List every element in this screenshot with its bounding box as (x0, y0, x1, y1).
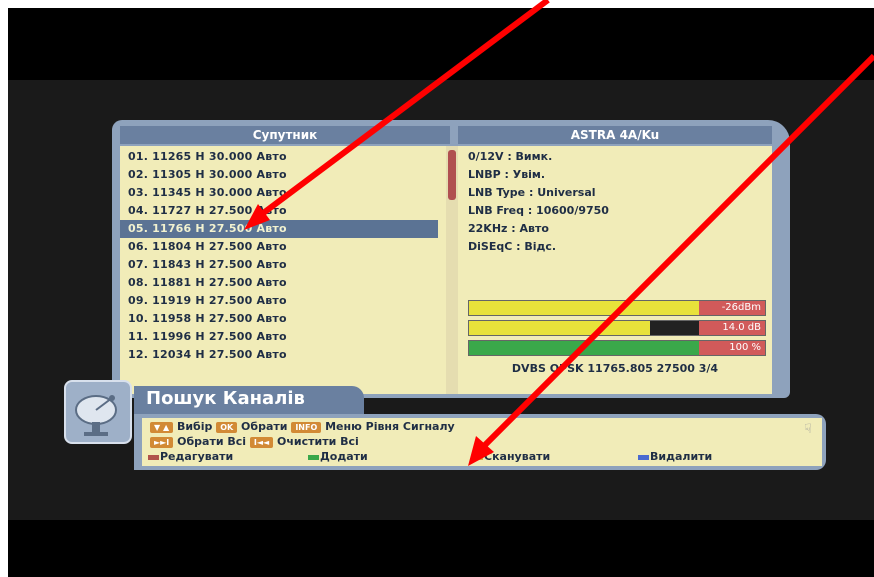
red-key-icon (148, 454, 159, 460)
blue-key-action[interactable]: Видалити (638, 450, 712, 463)
help-choose-all: Обрати Всі (177, 435, 247, 448)
updown-key-chip: ▼ ▲ (150, 421, 174, 433)
transponder-row-11[interactable]: 11. 11996 H 27.500 Авто (128, 328, 438, 346)
help-line-2: ►►I Обрати Всі I◄◄ Очистити Всі (150, 435, 359, 448)
transponder-list[interactable]: 01. 11265 H 30.000 Авто 02. 11305 H 30.0… (120, 146, 458, 394)
signal-level-fill (469, 301, 706, 315)
help-signal: Рівня Сигналу (365, 420, 455, 433)
help-menu: Меню (325, 420, 362, 433)
signal-level-value: -26dBm (699, 301, 765, 315)
help-choose: Обрати (241, 420, 288, 433)
blue-key-label: Видалити (650, 450, 713, 463)
green-key-action[interactable]: Додати (308, 450, 368, 463)
yellow-key-action[interactable]: Сканувати (472, 450, 550, 463)
yellow-key-icon (472, 454, 483, 460)
red-key-label: Редагувати (160, 450, 234, 463)
page-title: Пошук Каналів (146, 388, 305, 409)
transponder-row-05-selected[interactable]: 05. 11766 H 27.500 Авто (120, 220, 438, 238)
info-diseqc: DiSEqC : Відс. (468, 240, 557, 253)
info-lnbp: LNBP : Увім. (468, 168, 546, 181)
signal-level-bar: -26dBm (468, 300, 766, 316)
next-key-chip: ►►I (150, 436, 174, 448)
transponder-row-06[interactable]: 06. 11804 H 27.500 Авто (128, 238, 438, 256)
green-key-label: Додати (320, 450, 368, 463)
transponder-row-01[interactable]: 01. 11265 H 30.000 Авто (128, 148, 438, 166)
yellow-key-label: Сканувати (484, 450, 551, 463)
info-22khz: 22KHz : Авто (468, 222, 549, 235)
transponder-row-09[interactable]: 09. 11919 H 27.500 Авто (128, 292, 438, 310)
satellite-dish-icon (64, 380, 132, 444)
satellite-name-header: ASTRA 4A/Ku (458, 126, 772, 144)
red-key-action[interactable]: Редагувати (148, 450, 233, 463)
dvbs-status-line: DVBS QPSK 11765.805 27500 3/4 (511, 362, 719, 375)
signal-lock-value: 100 % (699, 341, 765, 355)
title-bar: Пошук Каналів (134, 386, 364, 416)
satellite-info-panel: 0/12V : Вимк. LNBP : Увім. LNB Type : Un… (458, 146, 772, 394)
ok-key-chip: OK (216, 421, 238, 433)
main-frame: Супутник ASTRA 4A/Ku 01. 11265 H 30.000 … (112, 120, 790, 398)
transponder-row-03[interactable]: 03. 11345 H 30.000 Авто (128, 184, 438, 202)
info-key-chip: INFO (291, 421, 322, 433)
bottom-panel: Пошук Каналів ▼ ▲ Вибір OK Обрати INFO М… (64, 380, 826, 470)
signal-quality-value: 14.0 dB (699, 321, 765, 335)
transponder-row-12[interactable]: 12. 12034 H 27.500 Авто (128, 346, 438, 364)
thumb-icon: ☟ (804, 422, 812, 437)
green-key-icon (308, 454, 319, 460)
info-lnb-freq: LNB Freq : 10600/9750 (468, 204, 609, 217)
signal-quality-bar: 14.0 dB (468, 320, 766, 336)
help-bar: ▼ ▲ Вибір OK Обрати INFO Меню Рівня Сигн… (134, 414, 826, 470)
list-scrollbar[interactable] (446, 146, 458, 394)
satellite-header: Супутник (120, 126, 450, 144)
signal-lock-bar: 100 % (468, 340, 766, 356)
transponder-row-10[interactable]: 10. 11958 H 27.500 Авто (128, 310, 438, 328)
help-clear-all: Очистити Всі (277, 435, 359, 448)
scrollbar-thumb[interactable] (448, 150, 456, 200)
prev-key-chip: I◄◄ (249, 436, 274, 448)
transponder-row-04[interactable]: 04. 11727 H 27.500 Авто (128, 202, 438, 220)
blue-key-icon (638, 454, 649, 460)
info-lnb-type: LNB Type : Universal (468, 186, 596, 199)
signal-quality-fill (469, 321, 650, 335)
help-bar-content: ▼ ▲ Вибір OK Обрати INFO Меню Рівня Сигн… (142, 418, 822, 466)
transponder-row-08[interactable]: 08. 11881 H 27.500 Авто (128, 274, 438, 292)
transponder-row-02[interactable]: 02. 11305 H 30.000 Авто (128, 166, 438, 184)
tv-screen: Супутник ASTRA 4A/Ku 01. 11265 H 30.000 … (8, 8, 874, 577)
channel-search-ui: Супутник ASTRA 4A/Ku 01. 11265 H 30.000 … (8, 80, 874, 520)
help-select: Вибір (176, 420, 213, 433)
help-line-1: ▼ ▲ Вибір OK Обрати INFO Меню Рівня Сигн… (150, 420, 455, 433)
transponder-row-07[interactable]: 07. 11843 H 27.500 Авто (128, 256, 438, 274)
info-012v: 0/12V : Вимк. (468, 150, 553, 163)
